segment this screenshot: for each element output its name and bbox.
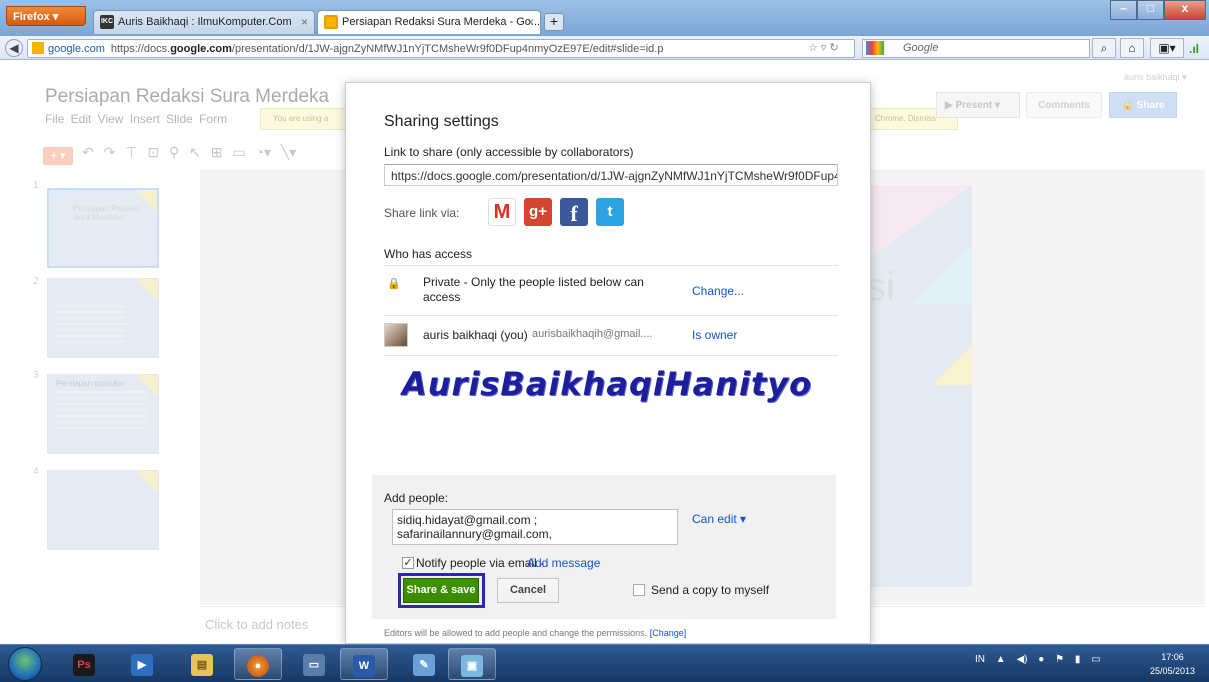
- footnote-change-link[interactable]: [Change]: [650, 628, 687, 638]
- add-message-link[interactable]: Add message: [527, 556, 600, 570]
- firefox-menu-label: Firefox: [13, 11, 50, 23]
- language-indicator[interactable]: IN: [975, 654, 985, 665]
- url-domain-prefix: https://docs.: [110, 43, 171, 55]
- bookmark-star-icon[interactable]: ☆ ▿ ↻: [808, 41, 839, 54]
- tab-label: Auris Baikhaqi : IlmuKomputer.Com: [118, 16, 292, 28]
- signal-bars-icon: .ıl: [1189, 42, 1200, 56]
- google-search-engine-icon[interactable]: [866, 41, 884, 55]
- new-tab-button[interactable]: +: [544, 13, 564, 31]
- dialog-title: Sharing settings: [384, 113, 499, 130]
- url-path: /presentation/d/1JW-ajgnZyNMfWJ1nYjTCMsh…: [231, 43, 664, 55]
- battery-icon[interactable]: ▮: [1075, 654, 1081, 665]
- photo-viewer-taskbar-icon[interactable]: ▣: [448, 648, 496, 680]
- show-hidden-icon[interactable]: ▲: [996, 654, 1006, 665]
- people-entry: safarinailannury@gmail.com,: [397, 527, 552, 541]
- divider: [384, 265, 838, 266]
- volume-icon[interactable]: ◀): [1016, 654, 1027, 665]
- owner-email: aurisbaikhaqih@gmail....: [532, 328, 653, 340]
- site-identity-icon: [32, 42, 44, 54]
- close-tab-icon[interactable]: ×: [301, 15, 308, 29]
- paint-taskbar-icon[interactable]: ✎: [400, 648, 448, 680]
- editors-footnote: Editors will be allowed to add people an…: [384, 628, 686, 638]
- network-icon[interactable]: ●: [1038, 654, 1044, 665]
- who-has-access-heading: Who has access: [384, 247, 473, 261]
- clock-date: 25/05/2013: [1150, 666, 1196, 676]
- footnote-text: Editors will be allowed to add people an…: [384, 628, 648, 638]
- home-icon[interactable]: ⌂: [1120, 38, 1144, 58]
- tab-google-slides[interactable]: Persiapan Redaksi Sura Merdeka - Go... ×: [317, 10, 541, 34]
- share-link-field[interactable]: https://docs.google.com/presentation/d/1…: [384, 164, 838, 186]
- author-watermark: AurisBaikhaqiHanityo: [402, 365, 813, 403]
- send-copy-label: Send a copy to myself: [651, 583, 770, 597]
- sharing-settings-dialog: Sharing settings Link to share (only acc…: [345, 82, 871, 644]
- monitor-icon[interactable]: ▭: [1091, 654, 1100, 665]
- notify-checkbox[interactable]: ✓: [402, 557, 414, 569]
- start-button[interactable]: [8, 647, 42, 681]
- search-magnifier-icon[interactable]: ⌕: [1092, 38, 1116, 58]
- explorer-taskbar-icon[interactable]: ▤: [178, 648, 226, 680]
- twitter-icon[interactable]: t: [596, 198, 624, 226]
- notify-label: Notify people via email -: [416, 556, 545, 570]
- change-visibility-link[interactable]: Change...: [692, 284, 744, 298]
- cancel-button[interactable]: Cancel: [497, 578, 559, 603]
- avatar: [384, 323, 408, 347]
- add-people-input[interactable]: sidiq.hidayat@gmail.com ; safarinailannur…: [392, 509, 678, 545]
- share-and-save-button[interactable]: Share & save: [403, 578, 479, 603]
- media-player-taskbar-icon[interactable]: ▶: [118, 648, 166, 680]
- firefox-taskbar-icon[interactable]: ●: [234, 648, 282, 680]
- owner-name: auris baikhaqi (you): [423, 328, 528, 342]
- clock-time: 17:06: [1161, 652, 1184, 662]
- system-clock[interactable]: 17:06 25/05/2013: [1150, 650, 1195, 678]
- photoshop-taskbar-icon[interactable]: Ps: [60, 648, 108, 680]
- maximize-button[interactable]: □: [1137, 0, 1164, 20]
- add-people-label: Add people:: [384, 491, 449, 505]
- people-entry: sidiq.hidayat@gmail.com ;: [397, 513, 538, 527]
- google-plus-icon[interactable]: g+: [524, 198, 552, 226]
- send-copy-checkbox[interactable]: [633, 584, 645, 596]
- permission-dropdown[interactable]: Can edit ▾: [692, 512, 746, 526]
- word-taskbar-icon[interactable]: W: [340, 648, 388, 680]
- system-tray[interactable]: IN ▲ ◀) ● ⚑ ▮ ▭: [975, 654, 1101, 665]
- minimize-button[interactable]: –: [1110, 0, 1137, 20]
- visibility-description: Private - Only the people listed below c…: [423, 275, 644, 304]
- divider: [384, 355, 838, 356]
- address-bar[interactable]: google.com https://docs.google.com/presen…: [27, 39, 855, 58]
- owner-role: Is owner: [692, 328, 738, 342]
- slides-favicon-icon: [324, 15, 338, 29]
- lock-icon: 🔒: [387, 278, 401, 290]
- close-tab-icon[interactable]: ×: [527, 15, 534, 29]
- firefox-menu-button[interactable]: Firefox ▾: [6, 6, 86, 26]
- gmail-icon[interactable]: M: [488, 198, 516, 226]
- site-identity-label: google.com: [48, 43, 105, 55]
- back-arrow-icon[interactable]: ◀: [5, 39, 23, 57]
- tab-label: Persiapan Redaksi Sura Merdeka - Go...: [342, 16, 541, 28]
- divider: [384, 315, 838, 316]
- flag-icon[interactable]: ⚑: [1055, 654, 1064, 665]
- url-domain: google.com: [170, 43, 232, 55]
- ikc-favicon-icon: IKC: [100, 15, 114, 29]
- window-taskbar-icon[interactable]: ▭: [290, 648, 338, 680]
- close-window-button[interactable]: x: [1164, 0, 1206, 20]
- tab-ilmukomputer[interactable]: IKC Auris Baikhaqi : IlmuKomputer.Com ×: [93, 10, 315, 34]
- search-box[interactable]: Google: [862, 39, 1090, 58]
- facebook-icon[interactable]: f: [560, 198, 588, 226]
- link-share-label: Link to share (only accessible by collab…: [384, 145, 634, 159]
- search-placeholder: Google: [903, 42, 939, 54]
- share-via-label: Share link via:: [384, 206, 460, 220]
- addon-icon[interactable]: ▣▾: [1150, 38, 1184, 58]
